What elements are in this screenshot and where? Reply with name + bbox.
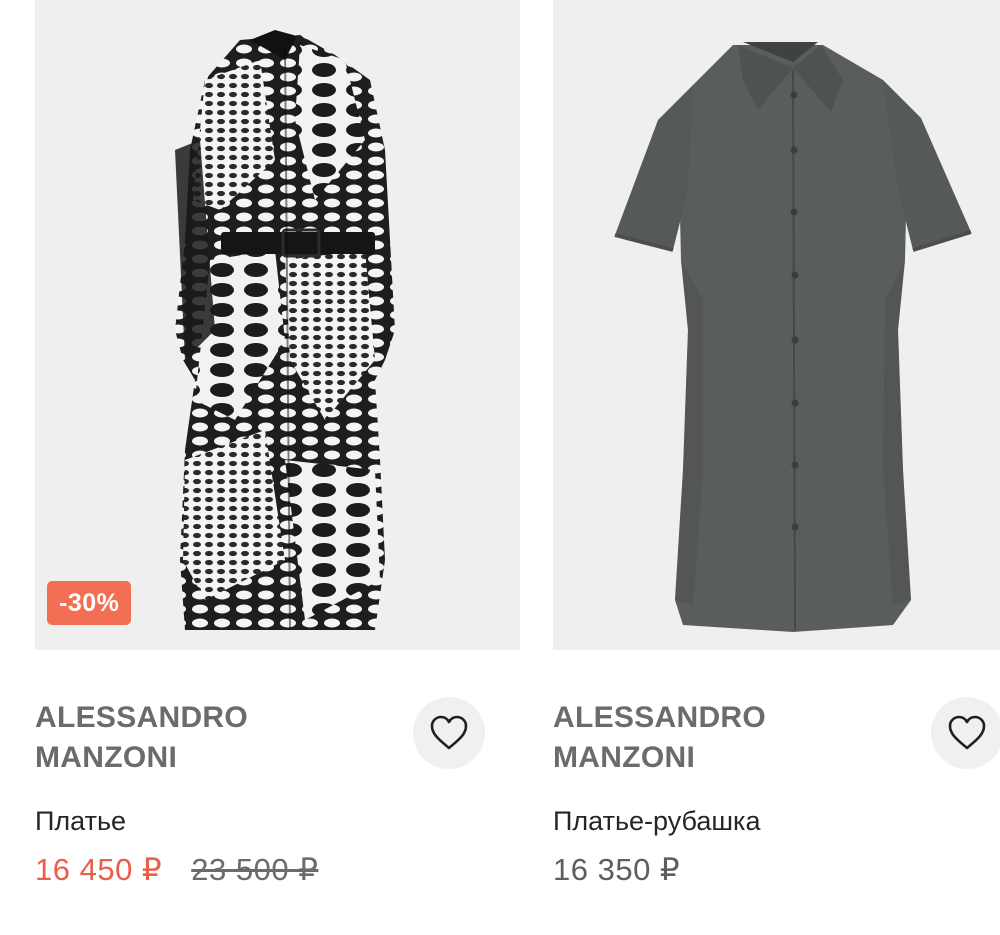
- grey-shirt-dress-photo: [614, 42, 972, 632]
- brand-line: MANZONI: [553, 741, 696, 774]
- heart-icon: [430, 715, 468, 750]
- patterned-shirt-dress-photo: [175, 30, 395, 631]
- price: 16 350 ₽: [553, 852, 681, 887]
- old-price: 23 500 ₽: [191, 852, 319, 887]
- brand-line: ALESSANDRO: [553, 701, 767, 734]
- heart-icon: [948, 715, 986, 750]
- brand-line: MANZONI: [35, 741, 178, 774]
- price-row: 16 450 ₽ 23 500 ₽: [35, 852, 318, 888]
- product-image[interactable]: -30%: [35, 0, 520, 650]
- product-card[interactable]: -30% ALESSANDRO MANZONI Платье 16 450 ₽ …: [35, 0, 520, 887]
- brand-name[interactable]: ALESSANDRO MANZONI: [35, 698, 335, 778]
- favorite-button[interactable]: [931, 697, 1000, 769]
- product-title[interactable]: Платье-рубашка: [553, 806, 760, 837]
- brand-line: ALESSANDRO: [35, 701, 249, 734]
- product-card[interactable]: ALESSANDRO MANZONI Платье-рубашка 16 350…: [553, 0, 1000, 887]
- product-image[interactable]: [553, 0, 1000, 650]
- price-row: 16 350 ₽: [553, 852, 680, 888]
- brand-name[interactable]: ALESSANDRO MANZONI: [553, 698, 853, 778]
- discount-badge: -30%: [47, 581, 132, 625]
- sale-price: 16 450 ₽: [35, 852, 163, 887]
- product-title[interactable]: Платье: [35, 806, 126, 837]
- favorite-button[interactable]: [413, 697, 485, 769]
